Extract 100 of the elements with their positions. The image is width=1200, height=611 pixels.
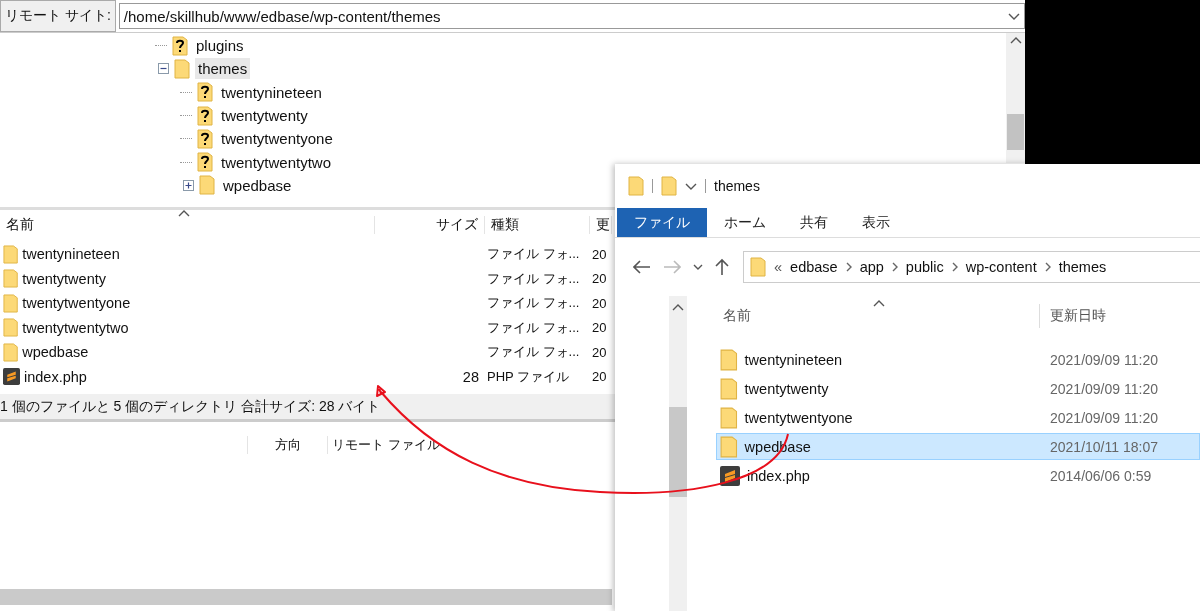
file-name: twentynineteen <box>744 351 843 368</box>
window-title: themes <box>714 178 760 194</box>
chevron-right-icon <box>891 262 898 272</box>
folder-icon <box>3 318 19 338</box>
modified-date: 2021/10/11 18:07 <box>1049 438 1159 455</box>
address-bar[interactable]: « edbase app public wp-content themes <box>743 251 1200 283</box>
modified-cell-text: 20 <box>591 271 608 287</box>
type-cell-text: ファイル フォ... <box>486 269 581 288</box>
tree-item[interactable]: twentynineteen <box>218 81 325 103</box>
size-cell-text: 28 <box>461 368 480 385</box>
forward-arrow-icon <box>663 260 681 274</box>
sort-caret-icon <box>672 304 684 311</box>
modified-date: 2021/09/09 11:20 <box>1049 351 1159 368</box>
type-cell-text: ファイル フォ... <box>486 245 581 264</box>
folder-icon <box>3 342 19 362</box>
overflow-crumb[interactable]: « <box>774 259 783 275</box>
breadcrumb-item[interactable]: edbase <box>790 259 838 275</box>
folder-icon <box>628 176 644 196</box>
back-arrow-icon <box>633 260 651 274</box>
folder-icon <box>3 269 19 289</box>
file-name: twentytwentyone <box>744 409 853 426</box>
ribbon-tab[interactable]: 共有 <box>783 208 845 237</box>
sort-caret-icon <box>178 210 190 217</box>
dropdown-caret-icon <box>693 264 703 270</box>
tree-item[interactable]: wpedbase <box>220 174 295 196</box>
folder-icon <box>174 58 190 79</box>
breadcrumb-item[interactable]: themes <box>1058 259 1107 275</box>
question-folder-icon <box>197 128 213 149</box>
folder-icon <box>720 435 738 458</box>
dropdown-caret-icon <box>1008 12 1020 20</box>
remote-site-label: リモート サイト: <box>0 0 116 32</box>
tree-item[interactable]: twentytwentytwo <box>218 151 335 173</box>
chevron-right-icon <box>1044 262 1051 272</box>
sort-caret-icon <box>1009 37 1022 44</box>
breadcrumb-item[interactable]: wp-content <box>965 259 1037 275</box>
file-name: twentytwenty <box>744 380 829 397</box>
folder-icon <box>3 244 19 264</box>
file-name-cell: wpedbase <box>22 344 89 361</box>
folder-icon <box>199 175 215 196</box>
modified-date: 2014/06/06 0:59 <box>1049 467 1153 484</box>
modified-cell-text: 20 <box>591 320 608 336</box>
tree-item[interactable]: themes <box>195 58 251 80</box>
modified-cell-text: 20 <box>591 344 608 360</box>
modified-cell-text: 20 <box>591 369 608 385</box>
file-name-cell: twentynineteen <box>22 246 120 263</box>
file-row[interactable]: index.php 2014/06/06 0:59 <box>716 462 1200 489</box>
question-folder-icon <box>197 82 213 103</box>
type-cell-text: ファイル フォ... <box>486 343 581 362</box>
dropdown-caret-icon <box>685 182 697 190</box>
status-text: 1 個のファイルと 5 個のディレクトリ 合計サイズ: 28 バイト <box>0 397 381 416</box>
file-name-cell: twentytwentyone <box>22 295 131 312</box>
file-name-cell: twentytwenty <box>22 270 106 287</box>
column-header[interactable]: 更 <box>590 216 612 234</box>
tree-item[interactable]: twentytwenty <box>218 105 311 127</box>
file-row[interactable]: twentynineteen 2021/09/09 11:20 <box>716 346 1200 373</box>
up-arrow-icon <box>715 258 729 276</box>
collapse-toggle[interactable] <box>158 63 169 75</box>
column-header[interactable]: 名前 <box>716 304 1039 328</box>
file-menu-tab[interactable]: ファイル <box>617 208 707 237</box>
question-folder-icon <box>172 35 188 56</box>
folder-icon <box>720 348 738 371</box>
type-cell-text: ファイル フォ... <box>486 294 581 313</box>
sublime-file-icon <box>3 368 20 386</box>
breadcrumb-item[interactable]: app <box>859 259 884 275</box>
question-folder-icon <box>197 152 213 173</box>
scrollbar[interactable] <box>1006 33 1025 163</box>
sort-caret-icon <box>873 300 885 307</box>
column-header[interactable]: 名前 <box>0 216 375 234</box>
folder-icon <box>750 257 766 277</box>
folder-icon <box>661 176 677 196</box>
column-header[interactable]: 更新日時 <box>1039 304 1200 328</box>
modified-date: 2021/09/09 11:20 <box>1049 409 1159 426</box>
expand-toggle[interactable] <box>183 179 194 191</box>
file-name-cell: twentytwentytwo <box>22 319 129 336</box>
breadcrumb-item[interactable]: public <box>905 259 944 275</box>
folder-icon <box>720 406 738 429</box>
ribbon-tab[interactable]: ホーム <box>707 208 783 237</box>
file-row[interactable]: twentytwentyone 2021/09/09 11:20 <box>716 404 1200 431</box>
column-header[interactable]: 種類 <box>485 216 590 234</box>
chevron-right-icon <box>845 262 852 272</box>
folder-icon <box>720 377 738 400</box>
column-header[interactable]: 方向 <box>247 436 327 454</box>
scrollbar[interactable] <box>669 296 687 611</box>
question-folder-icon <box>197 105 213 126</box>
file-name-cell: index.php <box>24 368 87 385</box>
scrollbar[interactable] <box>0 589 612 605</box>
modified-cell-text: 20 <box>591 246 608 262</box>
modified-cell-text: 20 <box>591 295 608 311</box>
type-cell-text: PHP ファイル <box>486 367 571 386</box>
sublime-file-icon <box>720 465 740 486</box>
folder-icon <box>3 293 19 313</box>
column-header[interactable]: サイズ <box>375 216 485 234</box>
tree-item[interactable]: plugins <box>193 35 247 57</box>
modified-date: 2021/09/09 11:20 <box>1049 380 1159 397</box>
tree-item[interactable]: twentytwentyone <box>218 128 336 150</box>
file-row[interactable]: twentytwenty 2021/09/09 11:20 <box>716 375 1200 402</box>
ribbon-tab[interactable]: 表示 <box>845 208 907 237</box>
chevron-right-icon <box>951 262 958 272</box>
type-cell-text: ファイル フォ... <box>486 318 581 337</box>
remote-path-field[interactable]: /home/skillhub/www/edbase/wp-content/themes <box>118 3 1025 29</box>
